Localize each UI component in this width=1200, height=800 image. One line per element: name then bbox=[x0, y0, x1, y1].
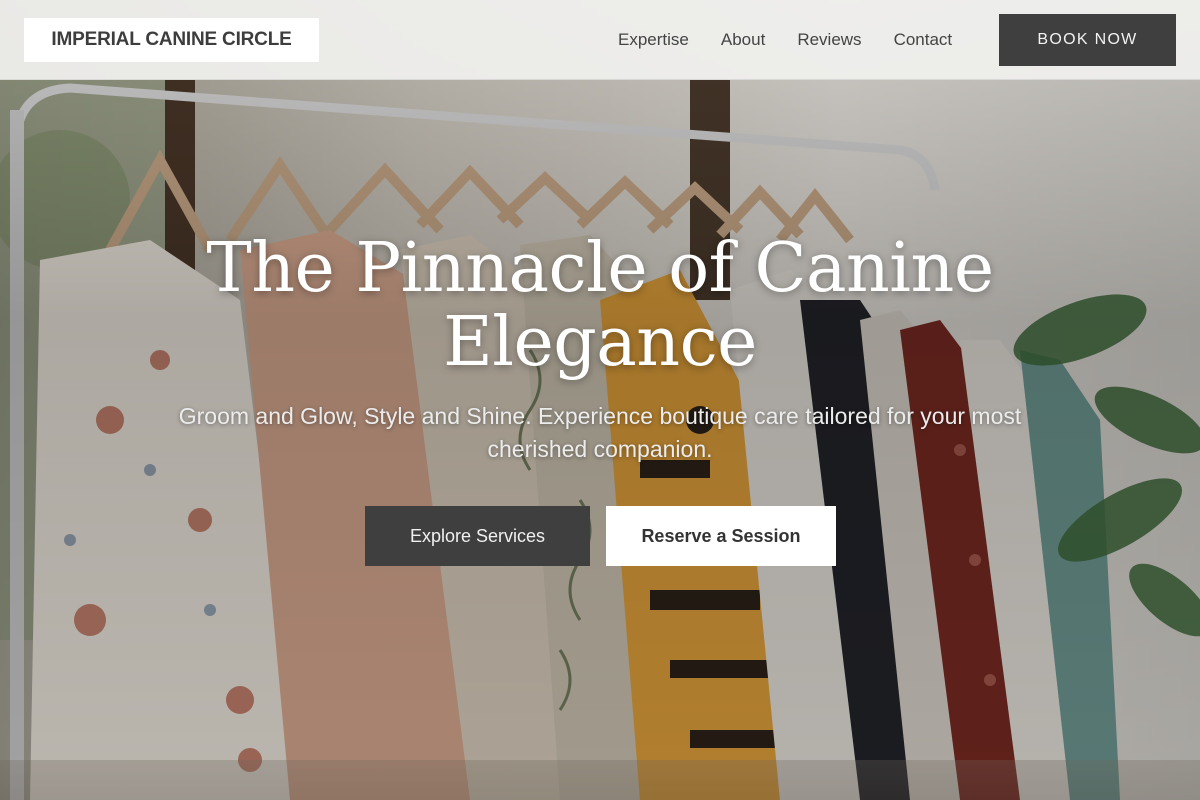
hero-title: The Pinnacle of Canine Elegance bbox=[206, 229, 994, 382]
reserve-session-button[interactable]: Reserve a Session bbox=[606, 506, 836, 566]
explore-services-button[interactable]: Explore Services bbox=[365, 506, 590, 566]
hero-subtitle: Groom and Glow, Style and Shine. Experie… bbox=[178, 403, 1022, 462]
hero-section: The Pinnacle of Canine Elegance Groom an… bbox=[0, 0, 1200, 800]
